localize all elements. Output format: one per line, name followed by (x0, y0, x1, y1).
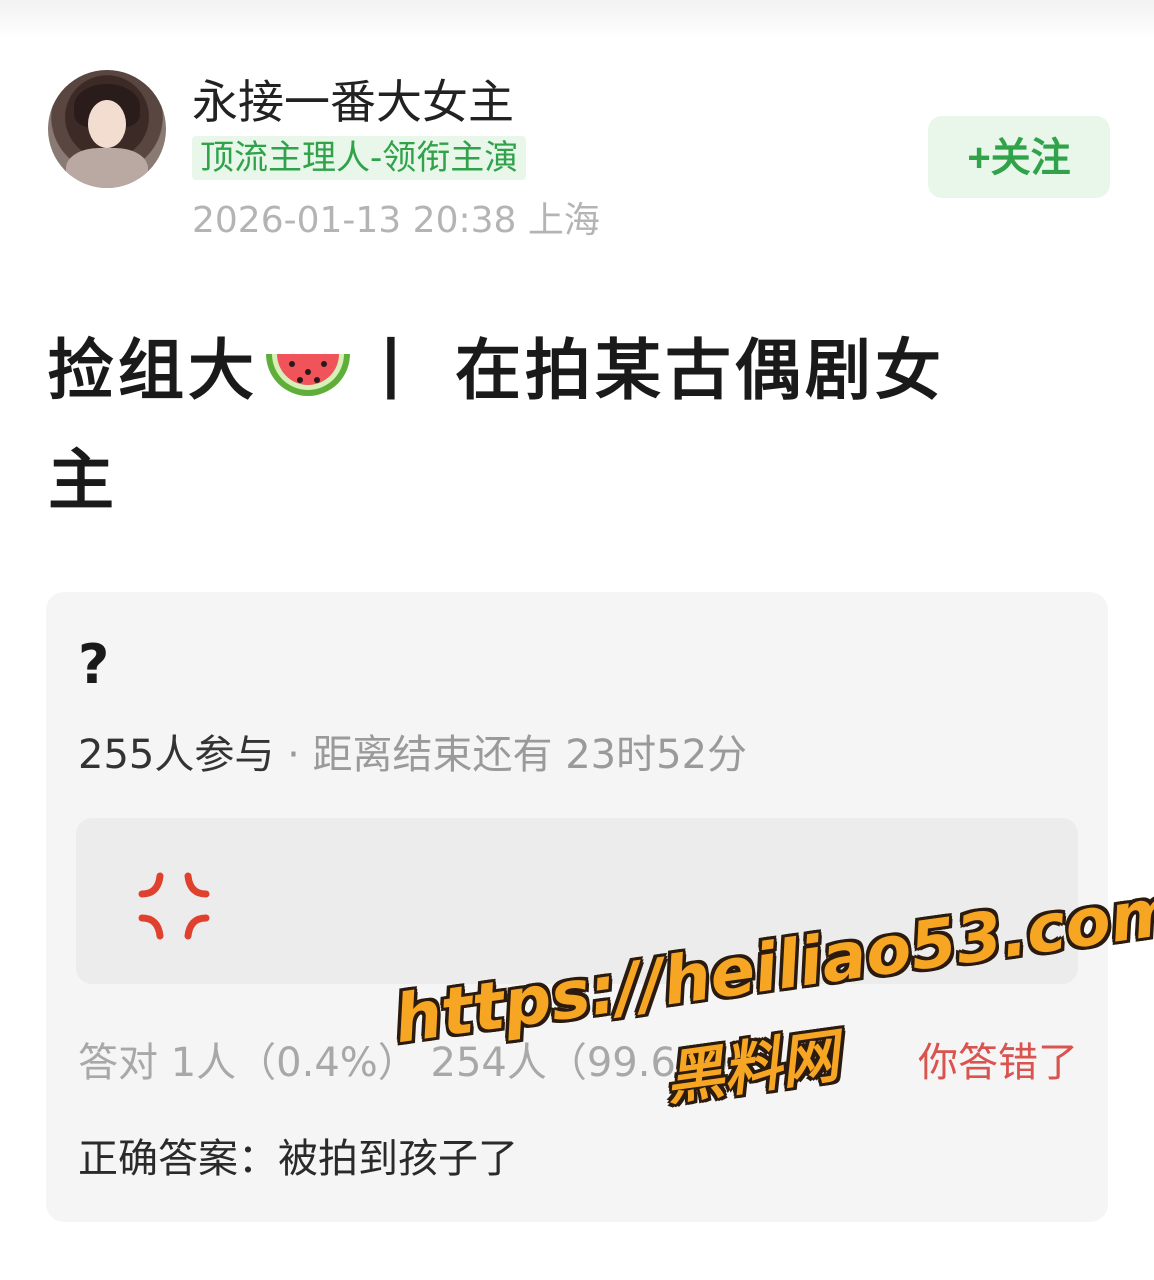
correct-answer: 正确答案：被拍到孩子了 (78, 1136, 518, 1182)
anger-symbol-icon (138, 872, 210, 940)
post-location: 上海 (527, 200, 600, 241)
title-text-2: 丨 在拍某古偶剧女 (358, 332, 945, 409)
result-summary: 答对 1人（0.4%） 254人（99.6%） (78, 1040, 754, 1086)
title-line-2: 主 (48, 442, 118, 519)
post-title: 捡组大 丨 在拍某古偶剧女 主 (48, 316, 1068, 536)
title-line-1: 捡组大 丨 在拍某古偶剧女 (48, 316, 1068, 426)
quiz-card: ? 255人参与 · 距离结束还有 23时52分 答对 1人（0.4%） 254… (46, 592, 1108, 1222)
stats-separator: · (287, 732, 300, 778)
top-edge-shadow (0, 0, 1154, 40)
quiz-stats: 255人参与 · 距离结束还有 23时52分 (78, 728, 747, 782)
avatar-face (88, 100, 126, 148)
avatar[interactable] (48, 70, 166, 188)
quiz-countdown: 距离结束还有 23时52分 (312, 732, 748, 778)
quiz-question: ? (78, 633, 110, 696)
quiz-result: 答对 1人（0.4%） 254人（99.6%） 你答错了 (78, 1036, 1078, 1090)
watermelon-emoji-icon (266, 353, 350, 396)
username[interactable]: 永接一番大女主 (192, 74, 514, 130)
quiz-option[interactable] (76, 818, 1078, 984)
participant-count: 255人参与 (78, 732, 275, 778)
avatar-robe (66, 148, 148, 188)
user-title-badge: 顶流主理人-领衔主演 (192, 136, 527, 180)
post-date: 2026-01-13 20:38 (192, 200, 517, 241)
post-meta: 2026-01-13 20:38 上海 (192, 198, 600, 244)
follow-button[interactable]: +关注 (928, 116, 1110, 198)
title-text-1: 捡组大 (48, 332, 258, 409)
your-result: 你答错了 (918, 1040, 1078, 1086)
